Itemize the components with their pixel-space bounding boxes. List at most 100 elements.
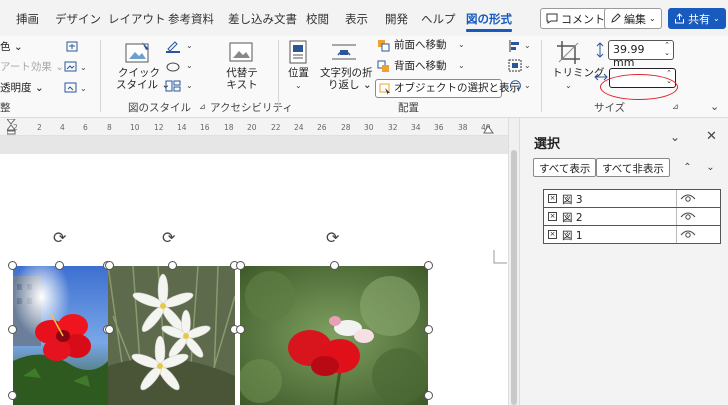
selection-pane-icon — [379, 83, 390, 95]
ruler-tick-label: 38 — [458, 123, 468, 132]
horizontal-ruler[interactable]: 2 2 4 6 8 10 12 14 16 18 20 22 24 26 28 30 32 34 36 38 40 — [0, 118, 519, 136]
color-button[interactable]: 色 ⌄ — [0, 41, 23, 54]
tab-layout[interactable]: レイアウト — [108, 11, 166, 27]
tab-review[interactable]: 校閲 — [306, 11, 329, 27]
comment-button[interactable]: コメント — [540, 8, 611, 29]
bring-forward-label[interactable]: 前面へ移動 — [394, 39, 447, 52]
vertical-scrollbar[interactable] — [508, 118, 519, 405]
picture-border-icon[interactable] — [165, 39, 181, 53]
spinner-icon[interactable]: ⌃ ⌄ — [664, 41, 670, 57]
rotate-handle-icon[interactable]: ⟳ — [162, 228, 175, 247]
object-list-item[interactable]: × 図 1 — [543, 225, 721, 244]
rotate-handle-icon[interactable]: ⟳ — [326, 228, 339, 247]
resize-handle[interactable] — [8, 325, 17, 334]
comment-button-label: コメント — [561, 12, 605, 26]
right-indent-marker-icon[interactable] — [483, 124, 495, 134]
resize-handle[interactable] — [168, 261, 177, 270]
reset-picture-icon[interactable] — [64, 81, 78, 94]
tab-references[interactable]: 参考資料 — [168, 11, 214, 27]
rotate-handle-icon[interactable]: ⟳ — [53, 228, 66, 247]
picture-3[interactable] — [240, 266, 428, 405]
picture-layout-icon[interactable] — [165, 79, 181, 93]
chevron-down-icon[interactable]: ⌄ — [524, 61, 531, 70]
wrap-text-icon[interactable] — [330, 41, 358, 63]
chevron-down-icon[interactable]: ⌄ — [458, 40, 465, 49]
chevron-down-icon[interactable]: ⌄ — [565, 81, 572, 90]
tab-mailings[interactable]: 差し込み文書 — [228, 11, 297, 27]
resize-handle[interactable] — [105, 325, 114, 334]
ruler-tick-label: 22 — [271, 123, 281, 132]
collapse-ribbon-icon[interactable]: ⌄ — [710, 100, 719, 113]
edit-button[interactable]: 編集 ⌄ — [604, 8, 662, 29]
pencil-icon — [611, 13, 621, 23]
scrollbar-thumb[interactable] — [511, 150, 517, 405]
chevron-down-icon[interactable]: ⌄ — [524, 81, 531, 90]
chevron-down-icon[interactable]: ⌄ — [524, 41, 531, 50]
resize-handle[interactable] — [105, 261, 114, 270]
height-input[interactable]: 39.99 mm ⌃ ⌄ — [608, 40, 674, 69]
visibility-eye-icon[interactable] — [680, 192, 696, 204]
selection-pane-button[interactable]: オブジェクトの選択と表示 — [375, 79, 520, 98]
visibility-eye-icon[interactable] — [680, 210, 696, 222]
show-all-button[interactable]: すべて表示 — [533, 158, 597, 177]
resize-handle[interactable] — [8, 391, 17, 400]
chevron-down-icon[interactable]: ⌄ — [186, 81, 193, 90]
tab-view[interactable]: 表示 — [345, 11, 368, 27]
tab-picture-format[interactable]: 図の形式 — [466, 11, 512, 27]
resize-handle[interactable] — [8, 261, 17, 270]
compress-pictures-icon[interactable] — [65, 40, 79, 53]
picture-2[interactable] — [108, 266, 235, 405]
bring-forward-icon[interactable] — [377, 39, 391, 52]
dialog-launcher-icon[interactable]: ⊿ — [672, 102, 679, 111]
resize-handle[interactable] — [424, 325, 433, 334]
alt-text-icon[interactable] — [228, 41, 256, 65]
quick-styles-button[interactable]: スタイル ⌄ — [116, 79, 170, 92]
art-effect-button[interactable]: アート効果 ⌄ — [0, 61, 64, 74]
chevron-down-icon[interactable]: ⌄ — [295, 81, 302, 90]
picture-effects-icon[interactable] — [165, 59, 181, 73]
position-icon[interactable] — [288, 40, 308, 64]
chevron-down-icon: ⌄ — [649, 14, 656, 23]
resize-handle[interactable] — [424, 261, 433, 270]
send-backward-arrow-icon[interactable]: ⌄ — [701, 158, 720, 177]
ruler-tick-label: 24 — [294, 123, 304, 132]
object-list-item[interactable]: × 図 2 — [543, 207, 721, 226]
chevron-down-icon[interactable]: ⌄ — [458, 61, 465, 70]
chevron-down-icon[interactable]: ⌄ — [186, 41, 193, 50]
row-divider — [676, 190, 677, 207]
wrap-text-button[interactable]: り返し ⌄ — [328, 79, 372, 92]
resize-handle[interactable] — [55, 261, 64, 270]
bring-forward-arrow-icon[interactable]: ⌃ — [678, 158, 697, 177]
group-objects-icon[interactable] — [508, 59, 522, 72]
send-backward-icon[interactable] — [377, 60, 391, 73]
share-button[interactable]: 共有 ⌄ — [668, 8, 726, 29]
tab-design[interactable]: デザイン — [55, 11, 101, 27]
pane-options-chevron-icon[interactable]: ⌄ — [670, 130, 680, 144]
align-icon[interactable] — [508, 39, 522, 52]
chevron-down-icon[interactable]: ⌄ — [80, 63, 87, 72]
tab-developer[interactable]: 開発 — [385, 11, 408, 27]
tab-draw[interactable]: 挿画 — [16, 11, 39, 27]
resize-handle[interactable] — [330, 261, 339, 270]
resize-handle[interactable] — [236, 261, 245, 270]
rotate-objects-icon[interactable] — [508, 79, 522, 92]
object-list-item[interactable]: × 図 3 — [543, 189, 721, 208]
share-button-label: 共有 — [688, 12, 710, 26]
chevron-down-icon[interactable]: ⌄ — [186, 61, 193, 70]
chevron-down-icon[interactable]: ⌄ — [80, 84, 87, 93]
visibility-eye-icon[interactable] — [680, 228, 696, 240]
picture-1[interactable] — [13, 266, 108, 405]
change-picture-icon[interactable] — [64, 60, 78, 73]
resize-handle[interactable] — [424, 391, 433, 400]
ruler-tick-label: 10 — [130, 123, 140, 132]
crop-icon[interactable] — [556, 40, 582, 66]
close-pane-icon[interactable]: ✕ — [706, 129, 717, 144]
hide-all-button[interactable]: すべて非表示 — [596, 158, 670, 177]
ruler-tick-label: 2 — [37, 123, 42, 132]
quick-styles-icon[interactable] — [124, 40, 152, 66]
resize-handle[interactable] — [236, 325, 245, 334]
transparency-button[interactable]: 透明度 ⌄ — [0, 82, 44, 95]
tab-help[interactable]: ヘルプ — [421, 11, 456, 27]
dialog-launcher-icon[interactable]: ⊿ — [199, 102, 206, 111]
send-backward-label[interactable]: 背面へ移動 — [394, 60, 447, 73]
